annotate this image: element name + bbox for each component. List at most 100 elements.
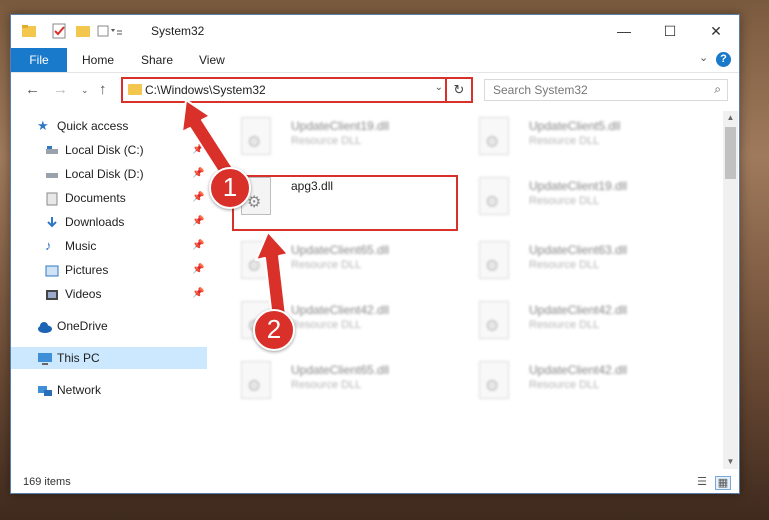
scroll-down-icon[interactable]: ▼ (723, 455, 738, 469)
tiles-view-icon[interactable]: ▦ (715, 476, 731, 490)
file-name: UpdateClient19.dll (291, 119, 390, 133)
file-highlight-box (232, 175, 458, 231)
file-type: Resource DLL (291, 379, 362, 391)
search-icon[interactable]: ⌕ (714, 82, 721, 97)
sidebar-item-quick-access[interactable]: ★ Quick access (11, 115, 207, 137)
back-arrow-icon[interactable]: ← (25, 81, 40, 98)
minimize-button[interactable]: — (601, 15, 647, 47)
recent-locations-icon[interactable]: ⌄ (81, 85, 89, 96)
sidebar-item-label: Downloads (65, 215, 125, 229)
sidebar-item-label: Network (57, 383, 102, 397)
customize-toolbar-icon[interactable] (97, 23, 122, 39)
file-type: Resource DLL (529, 259, 600, 271)
sidebar-item-local-disk-c[interactable]: Local Disk (C:) 📌 (11, 139, 207, 161)
dll-file-icon (479, 361, 509, 399)
up-arrow-icon[interactable]: ↑ (99, 81, 107, 98)
sidebar-item-label: Music (65, 239, 97, 253)
sidebar-item-music[interactable]: ♪ Music 📌 (11, 235, 207, 257)
address-bar[interactable]: C:\Windows\System32 ⌄ ↻ (121, 77, 473, 103)
sidebar-item-onedrive[interactable]: OneDrive (11, 315, 207, 337)
file-item[interactable]: UpdateClient65.dll Resource DLL (233, 355, 463, 407)
dll-file-icon (241, 117, 271, 155)
file-item[interactable]: UpdateClient63.dll Resource DLL (471, 235, 701, 287)
forward-arrow-icon[interactable]: → (53, 81, 68, 98)
dll-file-icon (479, 241, 509, 279)
tab-share[interactable]: Share (141, 48, 173, 72)
file-type: Resource DLL (291, 319, 362, 331)
tab-view[interactable]: View (199, 48, 225, 72)
details-view-icon[interactable]: ☰ (695, 476, 709, 488)
file-name: UpdateClient65.dll (291, 363, 390, 377)
pin-icon[interactable]: 📌 (192, 283, 204, 305)
sidebar-item-label: Videos (65, 287, 102, 301)
drive-icon (45, 167, 59, 181)
close-button[interactable]: ✕ (693, 15, 739, 47)
file-item[interactable]: UpdateClient19.dll Resource DLL (471, 171, 701, 223)
sidebar-item-this-pc[interactable]: This PC (11, 347, 207, 369)
file-name: UpdateClient65.dll (291, 243, 390, 257)
window-title: System32 (151, 24, 205, 38)
sidebar-item-network[interactable]: Network (11, 379, 207, 401)
help-button[interactable]: ? (716, 52, 731, 67)
file-item[interactable]: UpdateClient42.dll Resource DLL (471, 295, 701, 347)
file-type: Resource DLL (291, 135, 362, 147)
file-name: UpdateClient42.dll (291, 303, 390, 317)
ribbon: File Home Share View ⌄ ? (11, 48, 739, 73)
scrollbar-thumb[interactable] (725, 127, 736, 179)
sidebar-item-videos[interactable]: Videos 📌 (11, 283, 207, 305)
file-name: UpdateClient5.dll (529, 119, 621, 133)
file-item[interactable]: UpdateClient5.dll Resource DLL (471, 111, 701, 163)
folder-icon (128, 84, 142, 95)
sidebar-item-downloads[interactable]: Downloads 📌 (11, 211, 207, 233)
tab-home[interactable]: Home (82, 48, 114, 72)
title-bar: System32 — ☐ ✕ (11, 15, 739, 48)
sidebar-item-label: Quick access (57, 119, 129, 133)
videos-icon (45, 287, 59, 301)
navigation-pane: ★ Quick access Local Disk (C:) 📌 Local D… (11, 115, 207, 375)
sidebar-item-label: OneDrive (57, 319, 108, 333)
pin-icon[interactable]: 📌 (192, 163, 204, 185)
sidebar-item-local-disk-d[interactable]: Local Disk (D:) 📌 (11, 163, 207, 185)
sidebar-item-pictures[interactable]: Pictures 📌 (11, 259, 207, 281)
dll-file-icon (479, 177, 509, 215)
file-item[interactable]: UpdateClient19.dll Resource DLL (233, 111, 463, 163)
download-icon (45, 215, 59, 229)
maximize-button[interactable]: ☐ (647, 15, 693, 47)
file-type: Resource DLL (529, 135, 600, 147)
documents-icon (45, 191, 59, 206)
tab-file[interactable]: File (11, 48, 67, 72)
pin-icon[interactable]: 📌 (192, 187, 204, 209)
sidebar-item-documents[interactable]: Documents 📌 (11, 187, 207, 209)
search-input[interactable]: Search System32 ⌕ (484, 79, 728, 101)
vertical-scrollbar[interactable]: ▲ ▼ (723, 111, 738, 469)
file-name: UpdateClient42.dll (529, 363, 628, 377)
sidebar-item-label: Pictures (65, 263, 109, 277)
scroll-up-icon[interactable]: ▲ (723, 111, 738, 125)
file-name: UpdateClient63.dll (529, 243, 628, 257)
file-item[interactable]: UpdateClient42.dll Resource DLL (471, 355, 701, 407)
pin-icon[interactable]: 📌 (192, 235, 204, 257)
music-icon: ♪ (45, 238, 52, 253)
pin-icon[interactable]: 📌 (192, 139, 204, 161)
file-name: UpdateClient42.dll (529, 303, 628, 317)
pin-icon[interactable]: 📌 (192, 211, 204, 233)
address-path[interactable]: C:\Windows\System32 (145, 83, 266, 97)
expand-ribbon-icon[interactable]: ⌄ (699, 51, 708, 64)
file-type: Resource DLL (529, 319, 600, 331)
dll-file-icon (241, 241, 271, 279)
address-dropdown-icon[interactable]: ⌄ (435, 82, 443, 93)
refresh-icon[interactable]: ↻ (445, 77, 471, 103)
item-count: 169 items (23, 476, 71, 488)
sidebar-item-label: Local Disk (D:) (65, 167, 144, 181)
dll-file-icon (479, 301, 509, 339)
network-icon (37, 383, 52, 397)
properties-icon[interactable] (51, 23, 67, 39)
file-type: Resource DLL (529, 195, 600, 207)
pin-icon[interactable]: 📌 (192, 259, 204, 281)
sidebar-item-label: Documents (65, 191, 126, 205)
navigation-bar: ← → ⌄ ↑ C:\Windows\System32 ⌄ ↻ Search S… (11, 73, 739, 107)
new-folder-icon[interactable] (75, 23, 91, 39)
folder-icon (21, 23, 37, 39)
search-placeholder: Search System32 (493, 83, 588, 97)
file-item[interactable]: UpdateClient65.dll Resource DLL (233, 235, 463, 287)
